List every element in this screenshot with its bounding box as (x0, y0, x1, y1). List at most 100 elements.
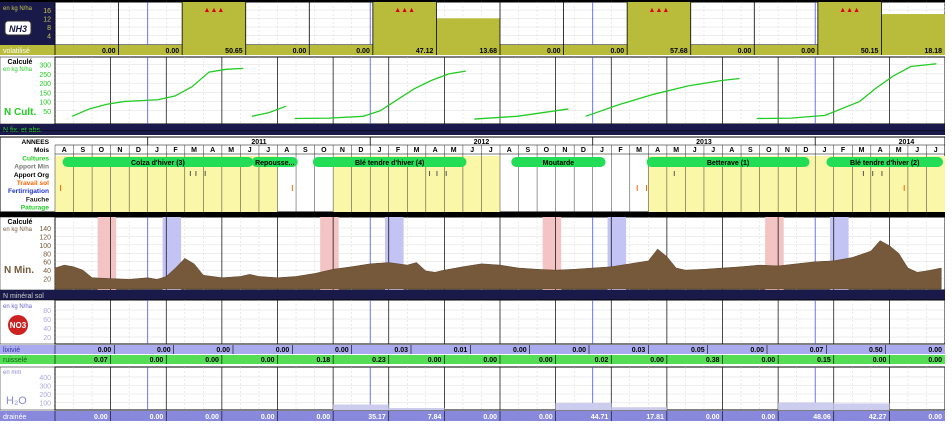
nmin-tick-label: 20 (43, 277, 51, 284)
nh3-value: 47.12 (416, 48, 434, 55)
right-margin (945, 0, 952, 423)
lixivie-value: 0.00 (157, 347, 171, 354)
month-label: J (266, 147, 270, 154)
month-label: J (934, 147, 938, 154)
nh3-badge-label: NH3 (9, 24, 27, 34)
top-border (0, 0, 945, 2)
drainee-value: 0.00 (928, 414, 942, 421)
month-label: M (859, 147, 865, 154)
results-chart: en kg N/ha 161284NH3Calculéen kg N/ha3002… (0, 0, 952, 423)
month-label: M (673, 147, 679, 154)
nh3-value: 18.18 (924, 48, 942, 55)
month-label: J (378, 147, 382, 154)
drainee-value: 0.00 (483, 414, 497, 421)
nh3-value: 0.00 (102, 48, 116, 55)
no3-tick-label: 40 (43, 326, 51, 333)
calendar-row-label: Paturage (21, 205, 50, 212)
nmin-title: Calculé (8, 219, 33, 226)
drainee-label: drainée (3, 414, 26, 421)
month-label: F (618, 147, 623, 154)
nmin-tick-label: 140 (39, 226, 51, 233)
nh3-value: 0.00 (293, 48, 307, 55)
nmin-tick-label: 60 (43, 260, 51, 267)
h2o-tick-label: 100 (39, 401, 51, 408)
ncult-footer-strip (0, 124, 945, 135)
nmin-label: N Min. (4, 265, 34, 276)
ruissele-value: 0.23 (372, 357, 386, 364)
month-label: A (729, 147, 734, 154)
ruissele-value: 0.00 (873, 357, 887, 364)
ncult-tick-label: 200 (39, 81, 51, 88)
nh3-value: 0.00 (547, 48, 561, 55)
nh3-tick-label: 4 (47, 34, 51, 41)
h2o-badge-label: H₂O (6, 395, 27, 407)
section-separator (0, 212, 945, 217)
month-label: M (636, 147, 642, 154)
month-label: A (655, 147, 660, 154)
crop-name: Blé tendre d'hiver (4) (355, 160, 424, 167)
month-label: O (99, 147, 105, 154)
drainee-value: 35.17 (368, 414, 386, 421)
lixivie-value: 0.00 (276, 347, 290, 354)
ruissele-value: 0.15 (817, 357, 831, 364)
calendar-row-label: Apport Org (14, 172, 49, 179)
lixivie-value: 0.00 (513, 347, 527, 354)
nh3-value: 0.00 (166, 48, 180, 55)
nh3-overflow-marker: ▲▲▲ (839, 7, 860, 14)
lixivie-value: 0.00 (572, 347, 586, 354)
ncult-tick-label: 300 (39, 63, 51, 70)
drainee-value: 0.00 (706, 414, 720, 421)
ruissele-value: 0.07 (94, 357, 108, 364)
nmin-tick-label: 40 (43, 268, 51, 275)
ncult-unit: en kg N/ha (3, 67, 33, 73)
drainee-value: 17.81 (646, 414, 664, 421)
lixivie-value: 0.01 (454, 347, 468, 354)
month-label: J (470, 147, 474, 154)
ruissele-value: 0.00 (762, 357, 776, 364)
no3-tick-label: 80 (43, 308, 51, 315)
month-label: J (711, 147, 715, 154)
nmin-footer-label: N minéral sol (3, 293, 44, 300)
month-label: M (896, 147, 902, 154)
ncult-label: N Cult. (4, 107, 36, 118)
month-label: N (562, 147, 567, 154)
h2o-tick-label: 400 (39, 375, 51, 382)
nh3-tick-label: 16 (43, 8, 51, 15)
nh3-tick-label: 8 (47, 25, 51, 32)
month-label: N (785, 147, 790, 154)
nh3-bar (436, 18, 500, 45)
ruissele-value: 0.00 (650, 357, 664, 364)
lixivie-value: 0.00 (216, 347, 230, 354)
drainee-value: 0.00 (94, 414, 108, 421)
month-label: F (396, 147, 401, 154)
nh3-value: 13.68 (479, 48, 497, 55)
drainee-value: 44.71 (591, 414, 609, 421)
h2o-unit: en mm (3, 370, 21, 376)
month-label: O (321, 147, 327, 154)
lixivie-row (0, 345, 945, 354)
ruissele-row (0, 355, 945, 364)
ncult-tick-label: 150 (39, 90, 51, 97)
calendar-row-label: ANNEES (22, 139, 50, 146)
drainee-row (0, 411, 945, 421)
ruissele-value: 0.00 (150, 357, 164, 364)
nh3-value: 0.00 (611, 48, 625, 55)
drainee-value: 42.27 (869, 414, 887, 421)
nh3-overflow-marker: ▲▲▲ (204, 7, 225, 14)
month-label: J (248, 147, 252, 154)
drainee-value: 0.00 (150, 414, 164, 421)
no3-tick-label: 60 (43, 317, 51, 324)
crop-name: Blé tendre d'hiver (2) (850, 160, 919, 167)
drainee-value: 0.00 (539, 414, 553, 421)
nh3-volatilise-label: volatilisé (3, 48, 30, 55)
ruissele-value: 0.00 (261, 357, 275, 364)
drainee-value: 0.00 (317, 414, 331, 421)
month-label: J (693, 147, 697, 154)
month-label: J (823, 147, 827, 154)
nh3-tick-label: 12 (43, 17, 51, 24)
drainage-bar (388, 408, 445, 410)
crop-name: Betterave (1) (707, 160, 749, 167)
crop-name: Moutarde (543, 160, 575, 167)
drainee-value: 48.06 (813, 414, 831, 421)
lixivie-value: 0.03 (394, 347, 408, 354)
